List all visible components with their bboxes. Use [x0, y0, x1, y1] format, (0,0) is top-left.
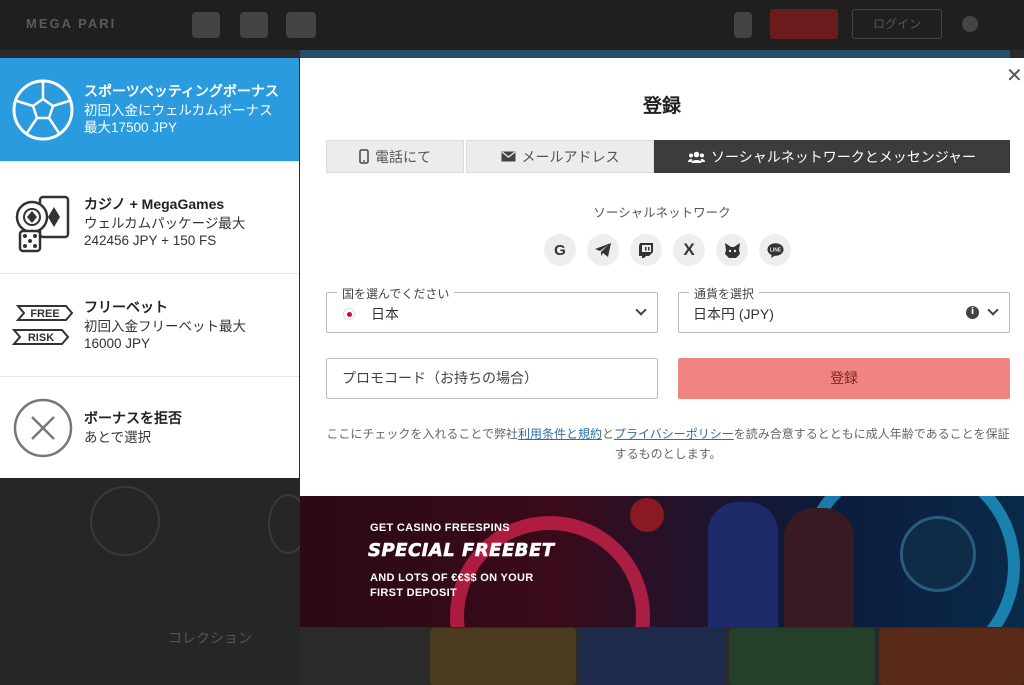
header-login-button: ログイン — [852, 9, 942, 39]
background-content — [0, 478, 308, 685]
x-login-button[interactable]: X — [673, 234, 705, 266]
bonus-item-casino[interactable]: カジノ + MegaGames ウェルカムパッケージ最大 242456 JPY … — [0, 171, 299, 274]
terms-text: ここにチェックを入れることで弊社利用条件と規約とプライバシーポリシーを読み合意す… — [326, 424, 1010, 464]
tab-email[interactable]: メールアドレス — [466, 140, 654, 173]
bonus-title: フリーベット — [84, 298, 168, 315]
banner-line-4: FIRST DEPOSIT — [370, 587, 458, 599]
bonus-title: カジノ + MegaGames — [84, 195, 225, 212]
country-select-value: 日本 — [371, 306, 399, 322]
football-player-image — [708, 502, 778, 627]
header-register-button — [770, 9, 838, 39]
terms-conditions-link[interactable]: 利用条件と規約 — [518, 427, 602, 441]
free-icon-text: FREE — [30, 308, 59, 320]
bonus-description: 初回入金フリーベット最大 16000 JPY — [84, 318, 246, 351]
envelope-icon — [501, 151, 515, 162]
promo-code-input[interactable]: プロモコード（お持ちの場合） — [326, 358, 658, 399]
country-select-label: 国を選んでください — [337, 285, 455, 302]
roulette-wheel-icon — [900, 516, 976, 592]
site-logo: MEGA PARI — [26, 16, 117, 31]
terms-mid: と — [602, 427, 615, 441]
info-icon[interactable]: i — [966, 306, 979, 319]
tab-phone[interactable]: 電話にて — [326, 140, 464, 173]
site-header: MEGA PARI ログイン — [0, 0, 1024, 50]
banner-headline: SPECIAL FREEBET — [368, 540, 555, 562]
bonus-item-freebet[interactable]: FREE RISK フリーベット 初回入金フリーベット最大 16000 JPY — [0, 274, 299, 377]
currency-select[interactable]: 通貨を選択 日本円 (JPY) i — [678, 285, 1010, 333]
users-icon — [687, 151, 705, 163]
collection-label: コレクション — [168, 630, 252, 646]
gift-icon — [734, 12, 752, 38]
chevron-down-icon — [987, 304, 999, 316]
game-thumbnail — [579, 628, 725, 685]
tab-email-label: メールアドレス — [521, 148, 620, 165]
bonus-title: ボーナスを拒否 — [84, 409, 182, 426]
reject-x-icon — [12, 397, 74, 459]
bonus-panel: スポーツベッティングボーナス 初回入金にウェルカムボーナス最大17500 JPY… — [0, 58, 299, 478]
line-icon: LINE — [767, 242, 783, 258]
telegram-icon — [595, 243, 611, 257]
currency-select-label: 通貨を選択 — [689, 285, 760, 302]
esports-icon — [286, 12, 316, 38]
risk-icon-text: RISK — [28, 332, 54, 344]
tab-social[interactable]: ソーシャルネットワークとメッセンジャー — [654, 140, 1010, 173]
woman-image — [784, 508, 854, 627]
line-login-button[interactable]: LINE — [759, 234, 791, 266]
header-accent-bar — [300, 50, 1010, 58]
x-icon: X — [683, 240, 695, 259]
bonus-title: スポーツベッティングボーナス — [84, 83, 279, 99]
tab-phone-label: 電話にて — [375, 148, 431, 165]
banner-line-1: GET CASINO FREESPINS — [370, 522, 510, 534]
game-thumbnail — [430, 628, 576, 685]
globe-icon — [962, 16, 978, 32]
twitch-login-button[interactable] — [630, 234, 662, 266]
registration-tabs: 電話にて メールアドレス ソーシャルネットワークとメッセンジャー — [326, 140, 1010, 173]
close-icon[interactable]: ✕ — [1006, 65, 1024, 85]
chevron-down-icon — [635, 304, 647, 316]
privacy-policy-link[interactable]: プライバシーポリシー — [614, 427, 734, 441]
line-icon-text: LINE — [769, 247, 781, 253]
tab-social-label: ソーシャルネットワークとメッセンジャー — [710, 148, 977, 165]
promo-banner[interactable]: GET CASINO FREESPINS SPECIAL FREEBET AND… — [300, 496, 1024, 627]
banner-line-3: AND LOTS OF €€$$ ON YOUR — [370, 572, 534, 584]
google-login-button[interactable]: G — [544, 234, 576, 266]
bonus-description: ウェルカムパッケージ最大 242456 JPY + 150 FS — [84, 215, 246, 248]
game-thumbnail — [878, 628, 1024, 685]
dota-icon — [192, 12, 220, 38]
metamask-login-button[interactable] — [716, 234, 748, 266]
social-network-label: ソーシャルネットワーク — [593, 206, 731, 220]
google-icon: G — [554, 241, 566, 259]
modal-title: 登録 — [642, 96, 681, 117]
casino-chips-icon — [12, 191, 74, 253]
social-buttons: G X LINE — [544, 234, 791, 266]
metamask-icon — [724, 242, 740, 258]
country-select[interactable]: 国を選んでください 日本 — [326, 285, 658, 333]
crossed-swords-icon — [240, 12, 268, 38]
background-circle-icon — [90, 486, 160, 556]
twitch-icon — [639, 242, 653, 258]
telegram-login-button[interactable] — [587, 234, 619, 266]
bonus-description: 初回入金にウェルカムボーナス最大17500 JPY — [84, 103, 273, 135]
japan-flag-icon — [343, 308, 355, 320]
soccer-ball-icon — [630, 498, 664, 532]
phone-icon — [359, 149, 369, 164]
soccer-ball-icon — [12, 79, 74, 141]
currency-select-value: 日本円 (JPY) — [693, 306, 774, 322]
game-thumbnails — [430, 628, 1024, 685]
terms-prefix: ここにチェックを入れることで弊社 — [326, 427, 518, 441]
bonus-item-reject[interactable]: ボーナスを拒否 あとで選択 — [0, 377, 299, 478]
free-risk-icon: FREE RISK — [12, 294, 74, 356]
bonus-description: あとで選択 — [84, 429, 152, 445]
register-submit-button[interactable]: 登録 — [678, 358, 1010, 399]
game-thumbnail — [729, 628, 875, 685]
bonus-item-sports[interactable]: スポーツベッティングボーナス 初回入金にウェルカムボーナス最大17500 JPY — [0, 58, 299, 162]
registration-modal: 登録 電話にて メールアドレス ソーシャルネットワークとメッセンジャー ソーシャ… — [300, 58, 1024, 496]
